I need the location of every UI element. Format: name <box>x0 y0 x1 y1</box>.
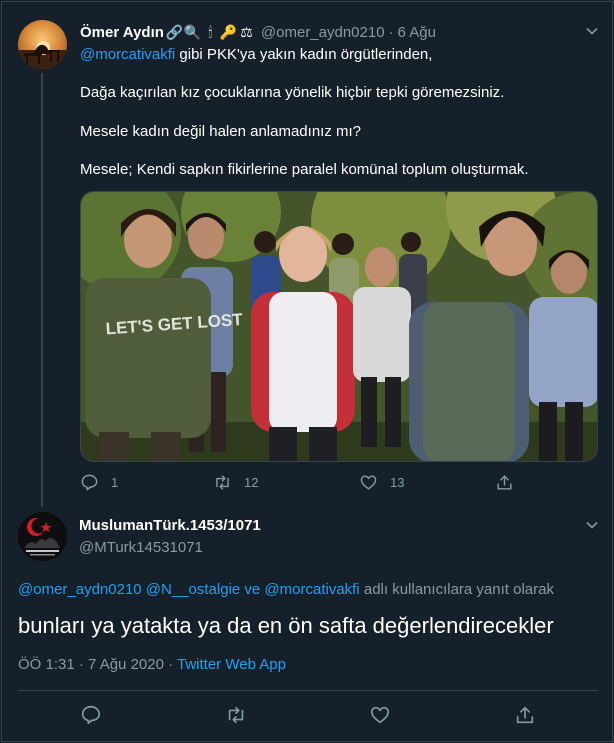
key-emoji-icon: 🔑 <box>219 23 238 40</box>
divider <box>18 690 598 691</box>
user-handle[interactable]: @MTurk14531071 <box>79 539 203 556</box>
tweet-text-line: Dağa kaçırılan kız çocuklarına yönelik h… <box>80 84 505 101</box>
retweet-icon[interactable] <box>225 704 247 726</box>
reply-mentions-link[interactable]: @omer_aydn0210 @N__ostalgie ve @morcativ… <box>18 581 360 598</box>
user-handle[interactable]: @omer_aydn0210 <box>261 24 385 41</box>
name-emojis: 🔗 🔍 🕯 🔑 ⚖ <box>166 24 255 41</box>
reply-button[interactable]: 1 <box>80 473 213 492</box>
reply-suffix: adlı kullanıcılara yanıt olarak <box>359 581 554 598</box>
share-icon <box>497 475 512 490</box>
like-count: 13 <box>390 475 405 490</box>
link-emoji-icon: 🔗 <box>165 23 184 40</box>
tweet-meta: ÖÖ 1:31 · 7 Ağu 2020 · Twitter Web App <box>18 656 286 673</box>
heart-icon <box>360 475 377 490</box>
scales-emoji-icon: ⚖ <box>240 23 253 40</box>
replying-to: @omer_aydn0210 @N__ostalgie ve @morcativ… <box>18 581 554 598</box>
like-button[interactable]: 13 <box>359 473 495 492</box>
retweet-count: 12 <box>244 475 259 490</box>
tweet-actions: 1 12 13 <box>80 473 526 492</box>
candle-emoji-icon: 🕯 <box>208 23 213 40</box>
source-app-link[interactable]: Twitter Web App <box>177 656 286 673</box>
tweet-text-line: Mesele kadın değil halen anlamadınız mı? <box>80 123 362 140</box>
separator-dot: · <box>388 23 394 41</box>
reply-icon[interactable] <box>80 704 102 726</box>
chevron-down-icon[interactable] <box>585 518 599 532</box>
tweet-text-line: @morcativakfi gibi PKK'ya yakın kadın ör… <box>80 46 432 63</box>
tweet-timestamp[interactable]: ÖÖ 1:31 · 7 Ağu 2020 <box>18 656 164 673</box>
tweet-photo[interactable]: LET'S GET LOST <box>80 191 598 462</box>
tweet-timestamp[interactable]: 6 Ağu <box>398 24 436 41</box>
chevron-down-icon[interactable] <box>585 24 599 38</box>
magnifier-emoji-icon: 🔍 <box>183 23 202 40</box>
mention-link[interactable]: @morcativakfi <box>80 46 175 63</box>
display-name[interactable]: Ömer Aydın <box>80 24 164 41</box>
reply-icon <box>81 474 98 491</box>
avatar[interactable] <box>18 20 67 69</box>
share-button[interactable] <box>495 473 526 492</box>
thread-connector-line <box>41 73 43 507</box>
tweet-header: Ömer Aydın 🔗 🔍 🕯 🔑 ⚖ @omer_aydn0210 · 6 … <box>80 22 436 42</box>
display-name[interactable]: MuslumanTürk.1453/1071 <box>79 517 261 534</box>
separator-dot: · <box>163 656 177 673</box>
tweet-text-line: Mesele; Kendi sapkın fikirlerine paralel… <box>80 161 529 178</box>
retweet-icon <box>216 475 229 490</box>
reply-count: 1 <box>111 475 119 490</box>
tweet-text: bunları ya yatakta ya da en ön safta değ… <box>18 613 554 638</box>
avatar[interactable] <box>18 512 67 561</box>
tweet-text-fragment: gibi PKK'ya yakın kadın örgütlerinden, <box>175 46 433 63</box>
heart-icon[interactable] <box>369 704 391 726</box>
retweet-button[interactable]: 12 <box>213 473 359 492</box>
share-icon[interactable] <box>514 704 536 726</box>
